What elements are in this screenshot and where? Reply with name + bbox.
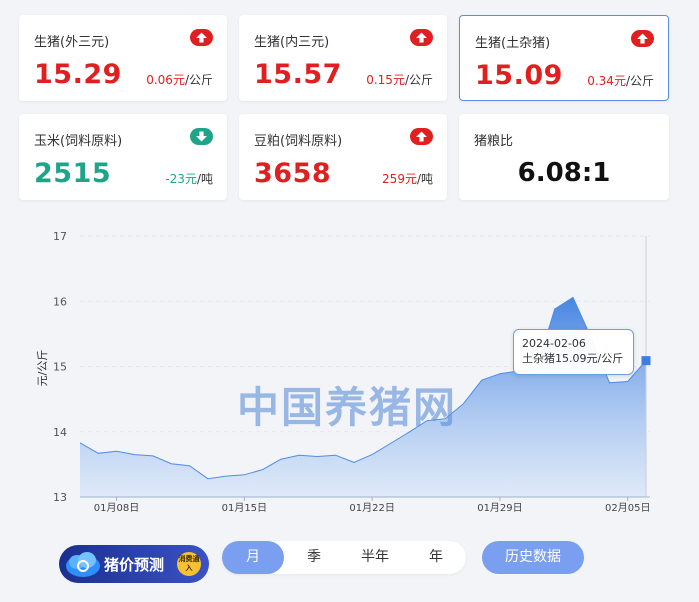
ratio-value: 6.08:1	[517, 158, 611, 188]
tooltip-date: 2024-02-06	[522, 337, 586, 350]
card-change-amount: 0.34元	[587, 74, 626, 88]
card-change: 0.06元/公斤	[146, 71, 213, 88]
card-change-amount: 0.06元	[146, 73, 185, 87]
card-change: 259元/吨	[382, 170, 433, 187]
card-change-unit: /吨	[196, 172, 213, 186]
y-tick-label: 15	[53, 361, 67, 374]
y-tick-label: 14	[53, 426, 67, 439]
card-name: 生猪(土杂猪)	[475, 36, 551, 51]
arrow-up-icon	[410, 128, 433, 145]
card-change-unit: /吨	[416, 172, 433, 186]
x-tick-label: 01月15日	[222, 502, 267, 514]
history-data-button[interactable]: 历史数据	[482, 541, 584, 574]
card-change-unit: /公斤	[404, 73, 433, 87]
card-change-amount: 259元	[382, 172, 417, 186]
x-tick-label: 02月05日	[605, 502, 650, 514]
arrow-up-icon	[190, 29, 213, 46]
selected-point-marker	[641, 356, 651, 366]
price-card-soymeal[interactable]: 豆粕(饲料原料) 3658 259元/吨	[239, 114, 447, 200]
x-tick-label: 01月08日	[94, 502, 139, 514]
card-change: 0.15元/公斤	[366, 71, 433, 88]
price-forecast-label: 猪价预测	[104, 556, 165, 574]
card-change-amount: -23元	[165, 172, 197, 186]
card-change-amount: 0.15元	[366, 73, 405, 87]
card-change: 0.34元/公斤	[587, 72, 654, 89]
period-quarter[interactable]: 季	[284, 541, 344, 574]
ratio-card-pig-grain[interactable]: 猪粮比 6.08:1	[459, 114, 669, 200]
price-card-corn[interactable]: 玉米(饲料原料) 2515 -23元/吨	[19, 114, 227, 200]
card-name: 生猪(内三元)	[254, 35, 330, 50]
y-axis-label: 元/公斤	[36, 350, 49, 387]
price-forecast-banner[interactable]: 猪价预测 消费通入	[59, 545, 209, 583]
period-half-year[interactable]: 半年	[344, 541, 406, 574]
card-name: 猪粮比	[474, 134, 514, 149]
y-tick-label: 16	[53, 295, 67, 308]
card-value: 2515	[34, 158, 112, 189]
card-name: 生猪(外三元)	[34, 35, 110, 50]
card-change-unit: /公斤	[625, 74, 654, 88]
x-tick-label: 01月22日	[349, 502, 394, 514]
tooltip-series: 土杂猪	[522, 352, 555, 365]
period-year[interactable]: 年	[406, 541, 466, 574]
tooltip-value-line: 土杂猪15.09元/公斤	[522, 351, 625, 366]
period-switcher: 月 季 半年 年	[222, 541, 466, 574]
arrow-up-icon	[410, 29, 433, 46]
card-value: 15.57	[254, 59, 342, 90]
price-card-pig-waisanyuan[interactable]: 生猪(外三元) 15.29 0.06元/公斤	[19, 15, 227, 101]
y-tick-label: 17	[53, 230, 67, 243]
price-card-pig-neisanyuan[interactable]: 生猪(内三元) 15.57 0.15元/公斤	[239, 15, 447, 101]
card-name: 豆粕(饲料原料)	[254, 134, 343, 149]
promo-badge: 消费通入	[177, 552, 201, 576]
card-value: 15.29	[34, 59, 122, 90]
chart-tooltip: 2024-02-06 土杂猪15.09元/公斤	[513, 329, 634, 375]
card-value: 3658	[254, 158, 332, 189]
card-name: 玉米(饲料原料)	[34, 134, 123, 149]
card-change: -23元/吨	[165, 170, 213, 187]
y-tick-label: 13	[53, 491, 67, 504]
x-tick-label: 01月29日	[477, 502, 522, 514]
price-card-pig-tuzazhu[interactable]: 生猪(土杂猪) 15.09 0.34元/公斤	[459, 15, 669, 101]
period-month[interactable]: 月	[222, 541, 284, 574]
card-value: 15.09	[475, 60, 563, 91]
tooltip-value: 15.09元/公斤	[555, 352, 624, 365]
arrow-up-icon	[631, 30, 654, 47]
card-change-unit: /公斤	[184, 73, 213, 87]
watermark-text: 中国养猪网	[237, 383, 458, 432]
arrow-down-icon	[190, 128, 213, 145]
cloud-icon	[66, 552, 100, 577]
